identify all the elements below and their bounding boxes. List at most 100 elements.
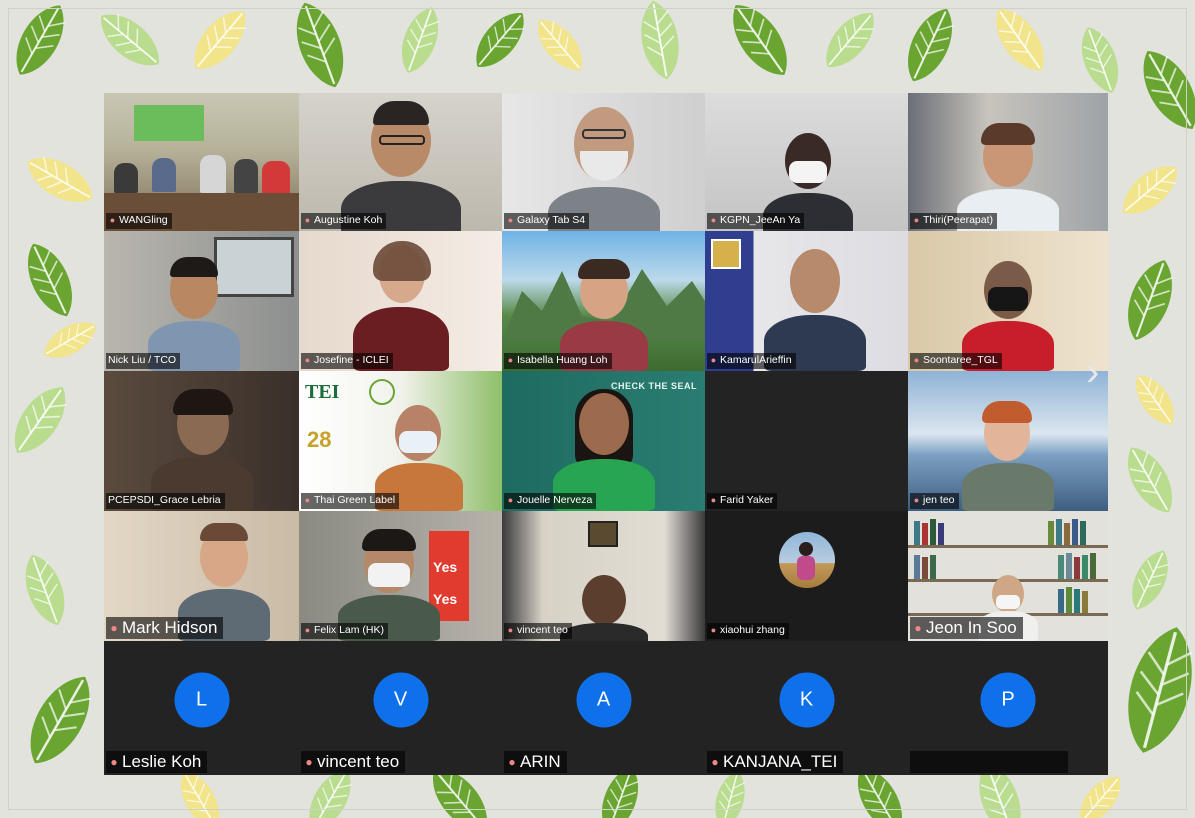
muted-mic-icon: ● [710,625,717,635]
avatar: K [779,672,834,728]
participant-name-tag: ● Felix Lam (HK) [301,623,389,639]
muted-mic-icon: ● [110,621,118,635]
participant-tile[interactable]: ● Farid Yaker [705,371,908,511]
participant-tile[interactable]: ● xiaohui zhang [705,511,908,641]
participant-name-tag: ● Isabella Huang Loh [504,353,612,369]
participant-tile[interactable]: Yes Yes ● Felix Lam (HK) [299,511,502,641]
avatar: P [980,672,1036,728]
participant-name-tag: ● KANJANA_TEI [707,751,844,773]
muted-mic-icon: ● [711,755,719,769]
muted-mic-icon: ● [109,215,116,225]
participant-name: KANJANA_TEI [723,752,838,771]
participant-tile[interactable]: ● Josefine - ICLEI [299,231,502,371]
muted-mic-icon: ● [507,495,514,505]
muted-mic-icon: ● [913,495,920,505]
participant-name: KamarulArieffin [720,354,792,366]
participant-tile[interactable]: Nick Liu / TCO [104,231,299,371]
participant-name-tag: ● Thai Green Label [301,493,400,509]
participant-name: Soontaree_TGL [923,354,998,366]
participant-name: jen teo [923,494,955,506]
muted-mic-icon: ● [110,755,118,769]
participant-name-tag: PCEPSDI_Grace Lebria [106,493,225,509]
muted-mic-icon: ● [913,215,920,225]
participant-name-tag [910,751,1068,773]
participant-tile[interactable]: ● Thiri(Peerapat) [908,93,1108,231]
participant-name-tag: ● ARIN [504,751,567,773]
muted-mic-icon: ● [304,625,311,635]
muted-mic-icon: ● [710,495,717,505]
participant-name-tag: ● xiaohui zhang [707,623,789,639]
tei-logo: TEI [305,381,340,403]
participant-name: vincent teo [317,752,400,771]
muted-mic-icon: ● [304,495,311,505]
participant-tile[interactable]: V ● vincent teo [299,641,502,775]
participant-name-tag: ● Galaxy Tab S4 [504,213,590,229]
participant-name: Farid Yaker [720,494,774,506]
participant-name-tag: Nick Liu / TCO [106,353,181,369]
chevron-right-icon[interactable]: › [1086,352,1110,396]
avatar: V [373,672,428,728]
participant-name-tag: ● jen teo [910,493,959,509]
participant-tile[interactable]: ● Augustine Koh [299,93,502,231]
participant-name: ARIN [520,752,561,771]
participant-tile[interactable]: ● Isabella Huang Loh [502,231,705,371]
participant-name: Jeon In Soo [926,618,1017,637]
participant-name-tag: ● Farid Yaker [707,493,778,509]
participant-name-tag: ● Jouelle Nerveza [504,493,597,509]
participant-name-tag: ● Leslie Koh [106,751,208,773]
participant-tile[interactable]: ● jen teo [908,371,1108,511]
participant-tile[interactable]: L ● Leslie Koh [104,641,299,775]
participant-name-tag: ● vincent teo [504,623,572,639]
participant-tile[interactable]: ● vincent teo [502,511,705,641]
muted-mic-icon: ● [305,755,313,769]
participant-name-tag: ● Soontaree_TGL [910,353,1002,369]
participant-name: WANGling [119,214,168,226]
avatar: L [174,672,229,728]
avatar: A [576,672,631,728]
participant-tile[interactable]: ● KGPN_JeeAn Ya [705,93,908,231]
logo [711,239,741,269]
muted-mic-icon: ● [710,215,717,225]
participant-name: KGPN_JeeAn Ya [720,214,801,226]
participant-tile[interactable]: ● KamarulArieffin [705,231,908,371]
participant-tile[interactable]: PCEPSDI_Grace Lebria [104,371,299,511]
participant-tile[interactable]: ● Soontaree_TGL [908,231,1108,371]
participant-name: Isabella Huang Loh [517,354,608,366]
muted-mic-icon: ● [710,355,717,365]
participant-name-tag: ● Jeon In Soo [910,617,1023,639]
participant-tile[interactable]: TEI 28 ● Thai Green Label [299,371,502,511]
participant-tile[interactable]: A ● ARIN [502,641,705,775]
participant-tile[interactable]: CHECK THE SEAL ● Jouelle Nerveza [502,371,705,511]
muted-mic-icon: ● [507,625,514,635]
participant-name: vincent teo [517,624,568,636]
participant-tile[interactable]: ● Mark Hidson [104,511,299,641]
participant-name: xiaohui zhang [720,624,785,636]
anniversary-number: 28 [307,427,332,452]
participant-name: Nick Liu / TCO [108,354,177,366]
participant-tile[interactable]: ● Jeon In Soo [908,511,1108,641]
participant-name: PCEPSDI_Grace Lebria [108,494,221,506]
wall-banner [134,105,204,141]
participant-name: Galaxy Tab S4 [517,214,586,226]
participant-name-tag: ● WANGling [106,213,172,229]
muted-mic-icon: ● [507,215,514,225]
participant-tile[interactable]: K ● KANJANA_TEI [705,641,908,775]
participant-name-tag: ● Josefine - ICLEI [301,353,393,369]
participant-name: Felix Lam (HK) [314,624,385,636]
participant-name-tag: ● KamarulArieffin [707,353,796,369]
profile-photo [778,532,835,589]
participant-name-tag: ● Mark Hidson [106,617,224,639]
participant-name: Mark Hidson [122,618,218,637]
participant-tile[interactable]: ● Galaxy Tab S4 [502,93,705,231]
muted-mic-icon: ● [304,355,311,365]
participant-name: Jouelle Nerveza [517,494,593,506]
participant-tile[interactable]: ● WANGling [104,93,299,231]
participant-name-tag: ● vincent teo [301,751,406,773]
participant-name: Josefine - ICLEI [314,354,389,366]
participant-name-tag: ● KGPN_JeeAn Ya [707,213,805,229]
participant-tile[interactable]: P [908,641,1108,775]
participant-name: Thai Green Label [314,494,396,506]
muted-mic-icon: ● [914,621,922,635]
participant-name-tag: ● Thiri(Peerapat) [910,213,998,229]
participant-name: Thiri(Peerapat) [923,214,994,226]
